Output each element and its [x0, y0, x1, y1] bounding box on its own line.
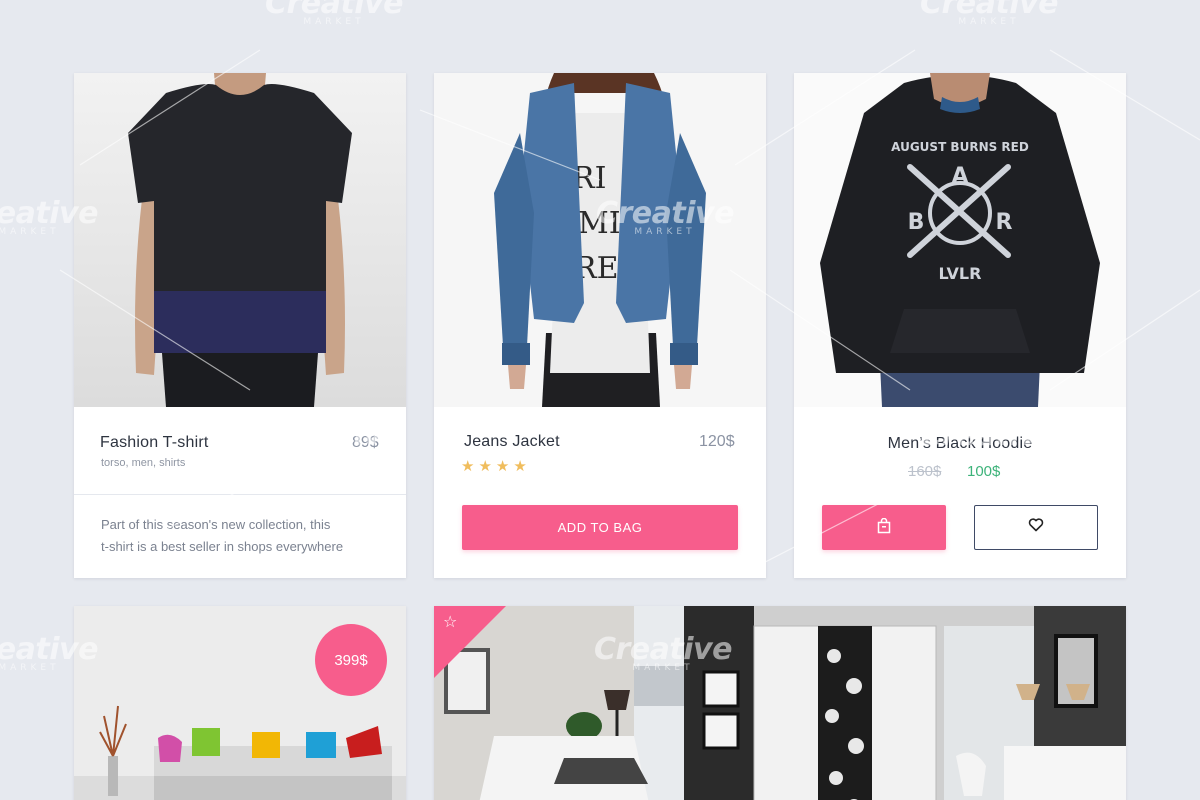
product-title[interactable]: Jeans Jacket [464, 433, 560, 451]
product-card-tshirt[interactable]: Fashion T-shirt 89$ torso, men, shirts P… [74, 73, 406, 578]
hoodie-print-text: A [951, 164, 968, 189]
old-price: 160$ [908, 463, 942, 480]
product-card-sofa[interactable]: 399$ [74, 606, 406, 800]
product-card-hoodie[interactable]: AUGUST BURNS RED A B R LVLR Men’s Black … [794, 73, 1126, 578]
add-to-bag-button[interactable] [822, 505, 946, 550]
hoodie-photo[interactable]: AUGUST BURNS RED A B R LVLR [794, 73, 1126, 407]
watermark-logo: CreativeMARKET [265, 0, 403, 27]
bedroom-photo[interactable] [434, 606, 1126, 800]
divider [74, 494, 406, 495]
product-price: 89$ [352, 434, 379, 451]
product-description: Part of this season's new collection, th… [101, 514, 343, 558]
description-line: Part of this season's new collection, th… [101, 517, 331, 532]
product-card-jacket[interactable]: RI MI REN Jeans Jacket 120$ ★★★★ ADD TO … [434, 73, 766, 578]
tshirt-photo[interactable] [74, 73, 406, 407]
description-line: t-shirt is a best seller in shops everyw… [101, 539, 344, 554]
star-icon[interactable]: ☆ [443, 615, 457, 631]
product-title[interactable]: Men’s Black Hoodie [794, 435, 1126, 453]
hoodie-print-text: LVLR [939, 264, 982, 283]
hoodie-print-text: AUGUST BURNS RED [891, 140, 1029, 154]
heart-icon [1028, 518, 1044, 537]
price-badge: 399$ [315, 624, 387, 696]
add-to-bag-button[interactable]: ADD TO BAG [462, 505, 738, 550]
watermark-logo: CreativeMARKET [920, 0, 1058, 27]
jacket-photo[interactable]: RI MI REN [434, 73, 766, 407]
sale-price: 100$ [967, 463, 1001, 480]
product-card-bedroom[interactable]: ☆ [434, 606, 1126, 800]
hoodie-print-text: R [996, 210, 1013, 235]
wishlist-button[interactable] [974, 505, 1098, 550]
hoodie-print-text: B [908, 210, 925, 235]
product-price: 120$ [699, 433, 735, 450]
product-tags: torso, men, shirts [101, 457, 186, 469]
product-title[interactable]: Fashion T-shirt [100, 434, 209, 452]
shopping-bag-icon [877, 517, 891, 537]
svg-text:MI: MI [578, 206, 621, 241]
rating-stars: ★★★★ [461, 458, 531, 475]
